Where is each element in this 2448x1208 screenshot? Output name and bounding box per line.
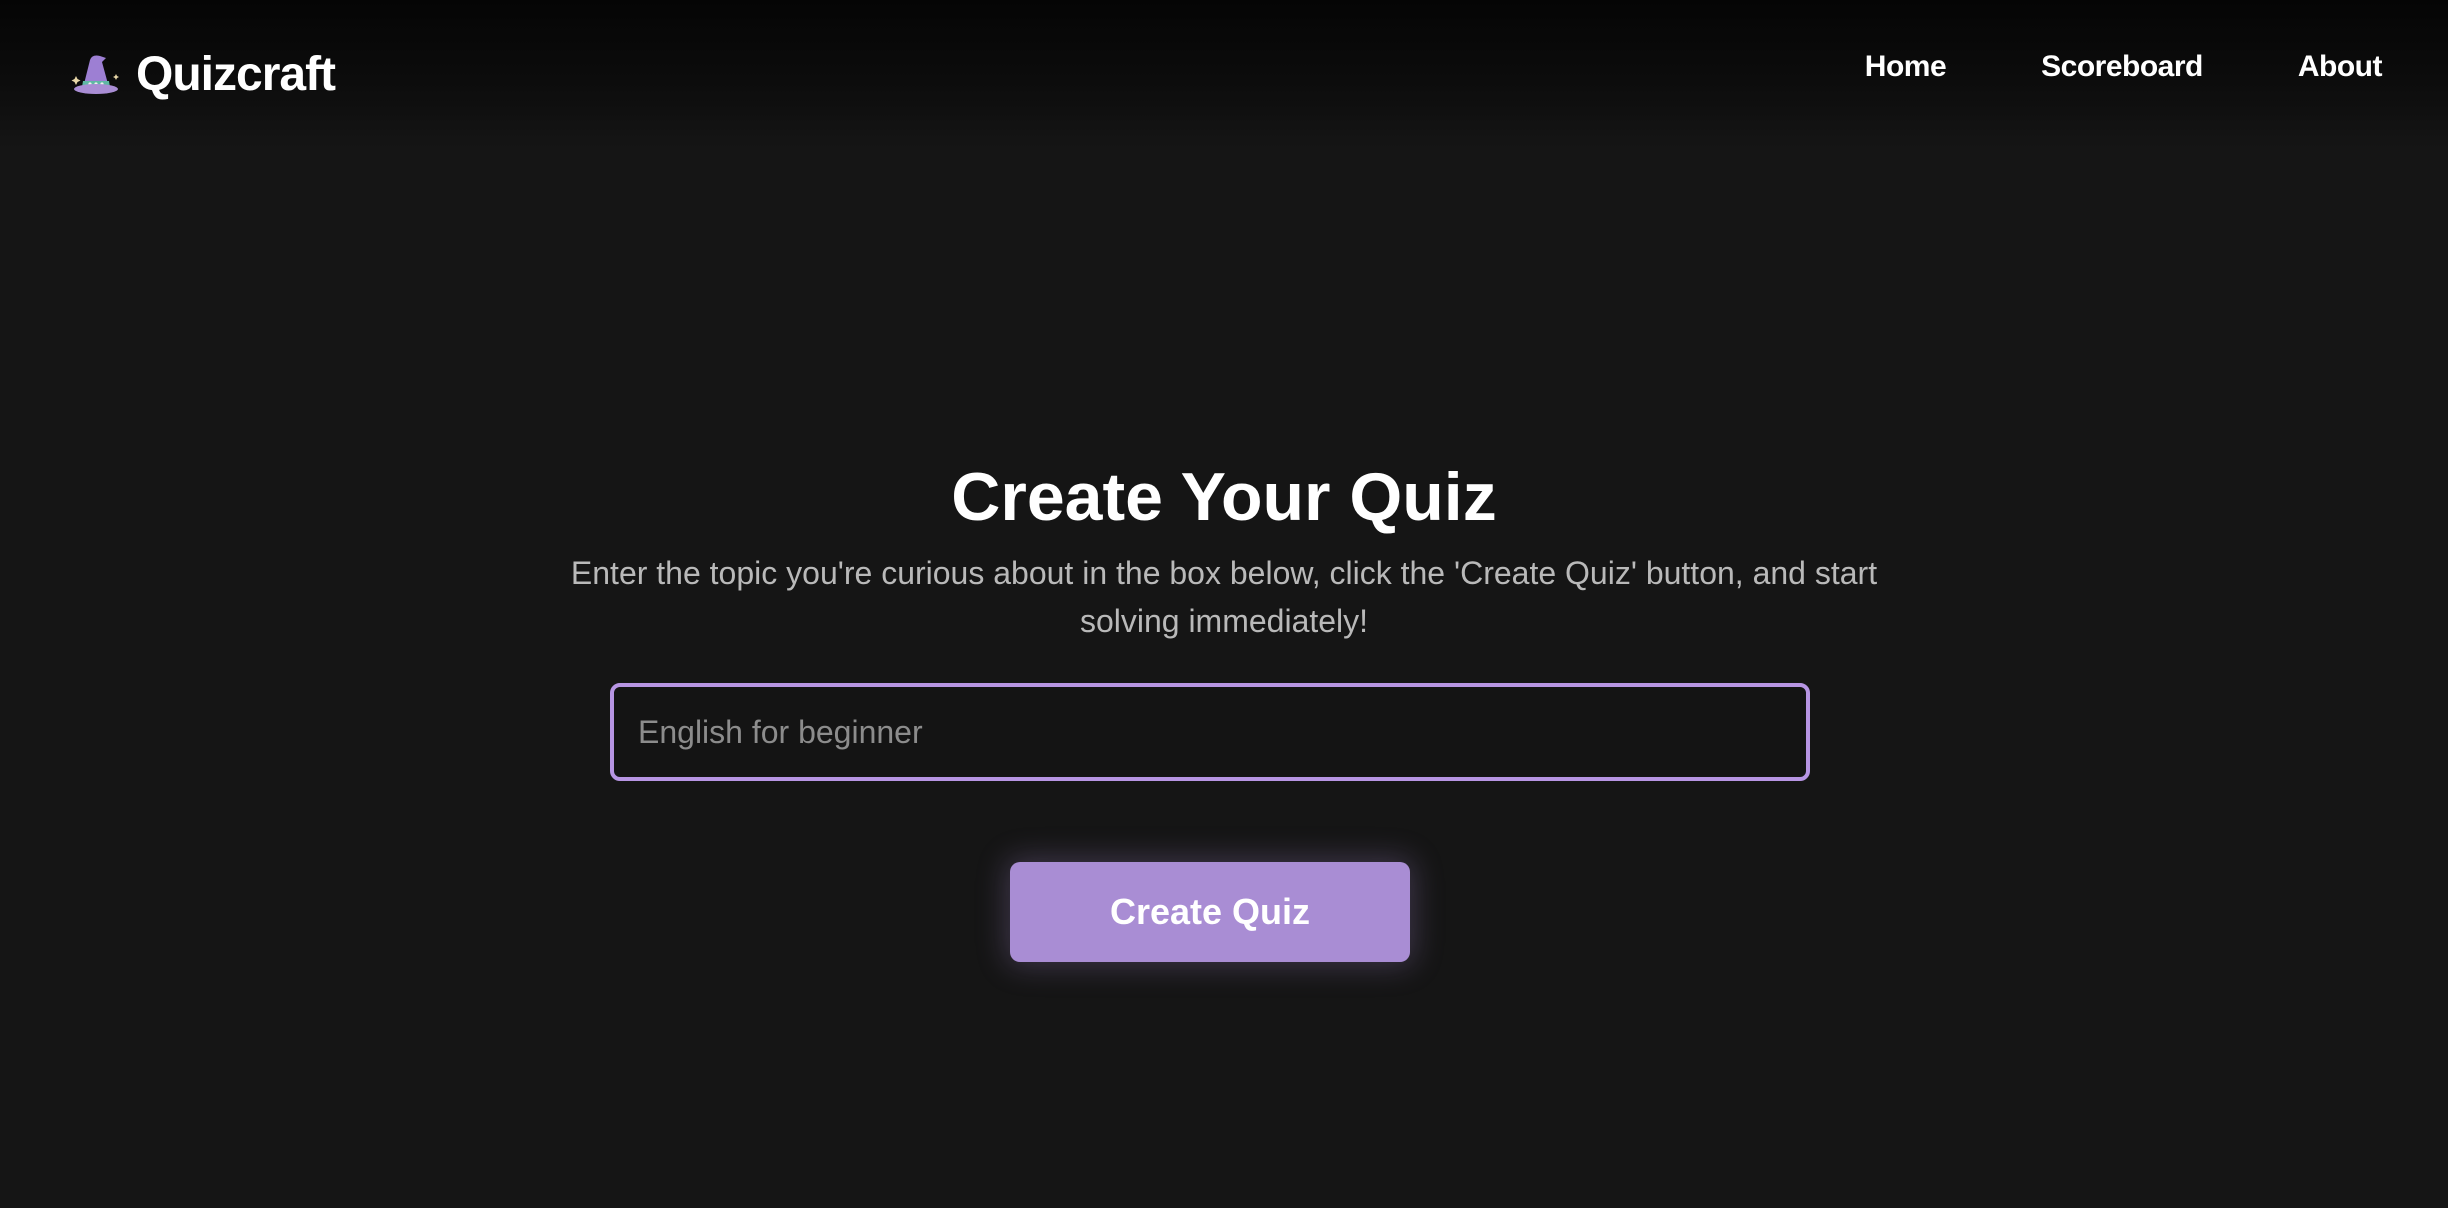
main-nav: Home Scoreboard About bbox=[1770, 50, 2383, 84]
page-title: Create Your Quiz bbox=[951, 459, 1497, 535]
create-quiz-button[interactable]: Create Quiz bbox=[1010, 862, 1410, 962]
nav-home-link[interactable]: Home bbox=[1865, 50, 1947, 84]
page: Quizcraft Home Scoreboard About Create Y… bbox=[0, 0, 2448, 1208]
nav-scoreboard-link[interactable]: Scoreboard bbox=[2041, 50, 2203, 84]
wizard-hat-icon bbox=[70, 48, 122, 100]
quiz-intro: Create Your Quiz Enter the topic you're … bbox=[0, 455, 2448, 645]
app-name: Quizcraft bbox=[136, 47, 336, 101]
page-subtitle: Enter the topic you're curious about in … bbox=[570, 555, 1878, 639]
nav-about-link[interactable]: About bbox=[2298, 50, 2383, 84]
brand-logo-link[interactable]: Quizcraft bbox=[70, 44, 336, 104]
top-header: Quizcraft Home Scoreboard About bbox=[0, 0, 2448, 148]
topic-input[interactable] bbox=[610, 683, 1810, 781]
